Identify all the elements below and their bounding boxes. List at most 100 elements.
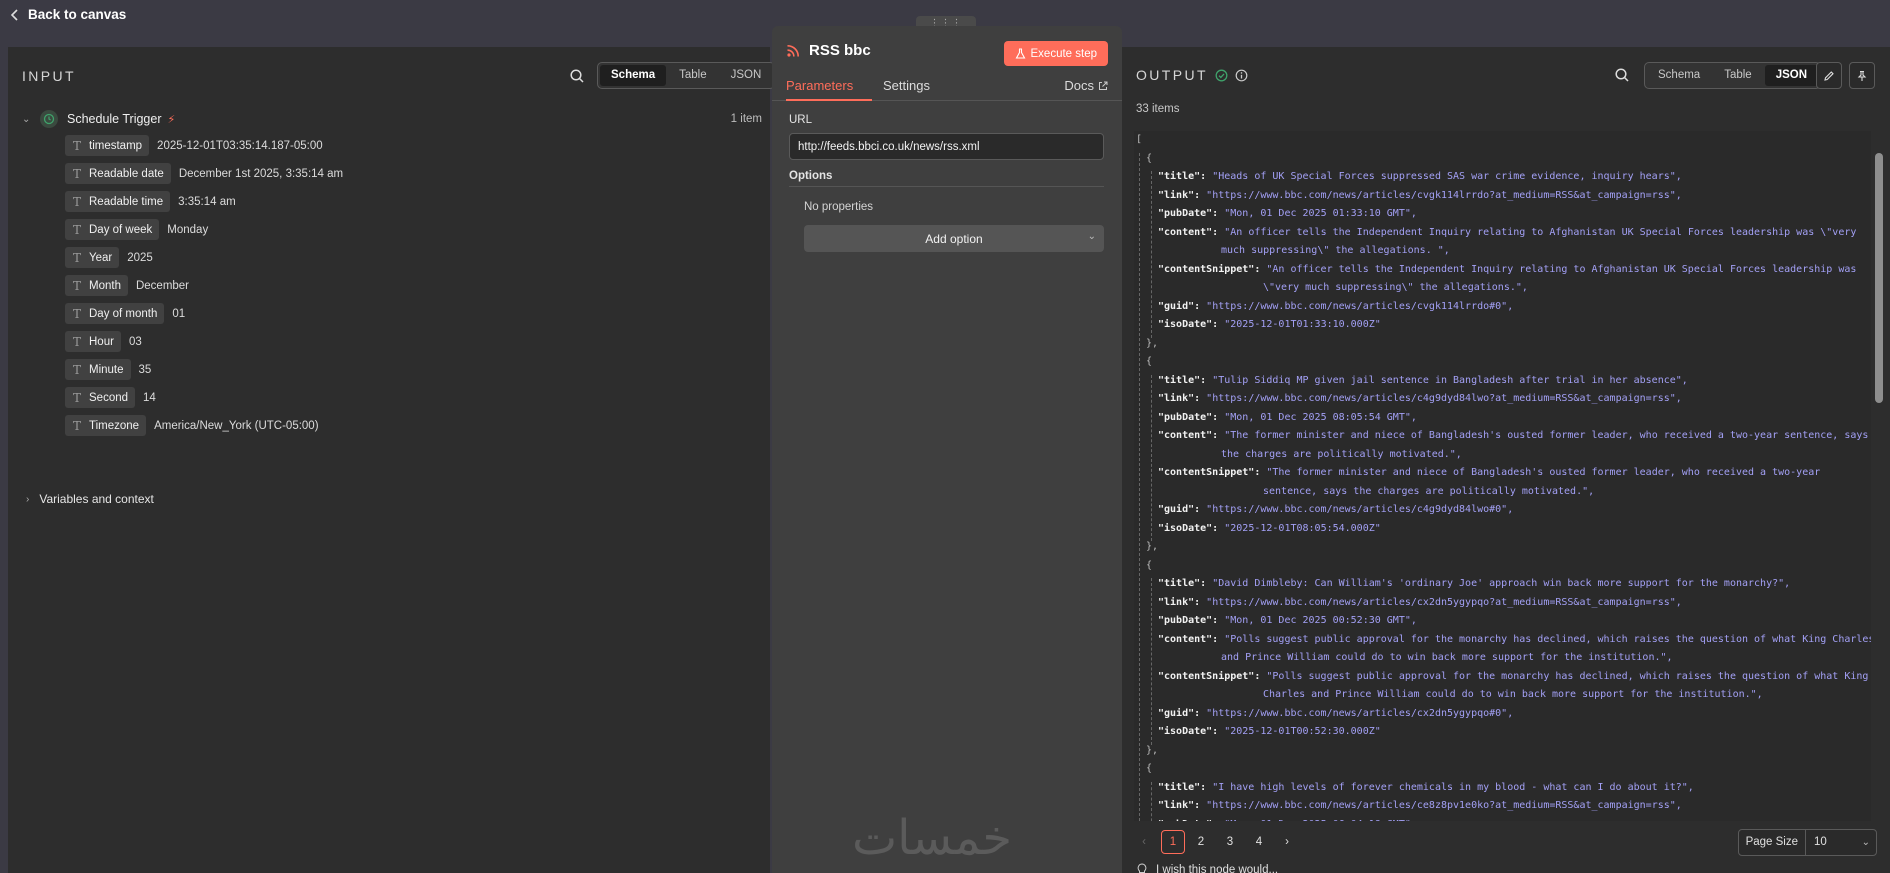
next-page-icon[interactable]: › <box>1275 830 1299 854</box>
page-size-select[interactable]: Page Size 10 ⌄ <box>1737 829 1877 856</box>
page-4-button[interactable]: 4 <box>1247 830 1271 854</box>
field-readable-time[interactable]: T Readable time 3:35:14 am <box>65 191 236 212</box>
tab-parameters[interactable]: Parameters <box>786 78 853 93</box>
field-name: Year <box>89 251 113 264</box>
input-view-table[interactable]: Table <box>668 65 718 86</box>
chevron-down-icon[interactable]: ⌄ <box>22 114 34 125</box>
field-name: Day of week <box>89 223 153 236</box>
feedback-link[interactable]: I wish this node would... <box>1136 863 1278 873</box>
check-circle-icon <box>1215 69 1228 81</box>
search-icon[interactable] <box>1614 67 1630 83</box>
search-icon[interactable] <box>569 68 585 84</box>
external-link-icon <box>1099 81 1108 90</box>
input-view-json[interactable]: JSON <box>720 65 773 86</box>
node-title[interactable]: RSS bbc <box>809 42 871 59</box>
url-input[interactable] <box>789 133 1104 160</box>
add-option-dropdown[interactable]: Add option ⌄ <box>804 225 1104 252</box>
json-value: "https://www.bbc.com/news/articles/cvgk1… <box>1206 300 1514 312</box>
json-line: }, <box>1146 541 1158 552</box>
json-value: "2025-12-01T08:05:54.000Z" <box>1224 522 1381 534</box>
json-output-view[interactable]: [{"title": "Heads of UK Special Forces s… <box>1134 131 1871 821</box>
field-readable-date[interactable]: T Readable date December 1st 2025, 3:35:1… <box>65 163 343 184</box>
trigger-name: Schedule Trigger <box>67 112 162 126</box>
json-line: { <box>1146 560 1152 571</box>
json-line: "pubDate": "Mon, 01 Dec 2025 06:04:18 GM… <box>1158 819 1417 822</box>
json-value: "https://www.bbc.com/news/articles/cx2dn… <box>1206 707 1514 719</box>
field-name: Day of month <box>89 307 158 320</box>
json-value: "The former minister and niece of Bangla… <box>1266 467 1821 478</box>
field-month[interactable]: T Month December <box>65 275 189 296</box>
field-day-of-week[interactable]: T Day of week Monday <box>65 219 208 240</box>
variables-and-context-row[interactable]: › Variables and context <box>26 492 154 506</box>
json-punctuation: }, <box>1146 744 1159 756</box>
output-view-table[interactable]: Table <box>1713 65 1763 86</box>
edit-output-button[interactable] <box>1816 62 1842 89</box>
field-timezone[interactable]: T Timezone America/New_York (UTC-05:00) <box>65 415 319 436</box>
json-value: sentence, says the charges are political… <box>1263 485 1595 497</box>
json-key: "link": <box>1158 189 1207 201</box>
page-1-button[interactable]: 1 <box>1161 830 1185 854</box>
json-key: "contentSnippet": <box>1158 670 1267 682</box>
page-3-button[interactable]: 3 <box>1218 830 1242 854</box>
json-line: "isoDate": "2025-12-01T08:05:54.000Z" <box>1158 523 1381 534</box>
wish-label: I wish this node would... <box>1156 863 1279 873</box>
field-second[interactable]: T Second 14 <box>65 387 156 408</box>
info-icon[interactable] <box>1235 69 1248 82</box>
json-key: "link": <box>1158 393 1207 404</box>
field-value: Monday <box>167 223 209 236</box>
field-day-of-month[interactable]: T Day of month 01 <box>65 303 185 324</box>
docs-label: Docs <box>1064 78 1094 93</box>
execute-step-label: Execute step <box>1030 47 1097 60</box>
json-line: "content": "The former minister and niec… <box>1158 430 1868 441</box>
json-line: "isoDate": "2025-12-01T01:33:10.000Z" <box>1158 319 1381 330</box>
json-value: "Heads of UK Special Forces suppressed S… <box>1212 171 1682 182</box>
json-punctuation: { <box>1146 152 1153 164</box>
field-value: 2025 <box>127 251 153 264</box>
field-hour[interactable]: T Hour 03 <box>65 331 142 352</box>
field-minute[interactable]: T Minute 35 <box>65 359 151 380</box>
json-value: the charges are politically motivated.", <box>1221 448 1462 460</box>
back-to-canvas-button[interactable]: Back to canvas <box>8 7 126 22</box>
json-key: "guid": <box>1158 707 1207 719</box>
json-scrollbar[interactable] <box>1874 133 1884 823</box>
input-view-schema[interactable]: Schema <box>600 65 667 86</box>
json-line: \"very much suppressing\" the allegation… <box>1263 282 1528 293</box>
pin-data-button[interactable] <box>1849 62 1875 89</box>
prev-page-icon[interactable]: ‹ <box>1132 830 1156 854</box>
indent-guide <box>1151 374 1152 541</box>
add-option-label: Add option <box>925 231 983 246</box>
execute-step-button[interactable]: Execute step <box>1003 41 1108 66</box>
json-line: Charles and Prince William could do to w… <box>1263 689 1763 700</box>
output-title: OUTPUT <box>1136 67 1208 83</box>
clock-icon <box>40 110 58 128</box>
json-value: "https://www.bbc.com/news/articles/cx2dn… <box>1206 596 1682 608</box>
field-year[interactable]: T Year 2025 <box>65 247 153 268</box>
field-name: Second <box>89 391 129 404</box>
json-line: "guid": "https://www.bbc.com/news/articl… <box>1158 708 1513 719</box>
json-key: "guid": <box>1158 504 1207 515</box>
flask-icon <box>1015 48 1025 59</box>
bolt-icon: ⚡ <box>167 113 176 126</box>
schedule-trigger-row[interactable]: ⌄ Schedule Trigger ⚡ 1 item <box>22 107 762 131</box>
output-view-schema[interactable]: Schema <box>1647 65 1711 86</box>
tab-settings[interactable]: Settings <box>883 78 930 93</box>
options-label: Options <box>789 170 833 182</box>
json-value: "Polls suggest public approval for the m… <box>1266 670 1869 682</box>
json-line: "isoDate": "2025-12-01T00:52:30.000Z" <box>1158 726 1381 737</box>
rss-icon <box>787 44 800 57</box>
output-view-json[interactable]: JSON <box>1764 65 1819 86</box>
json-punctuation: }, <box>1146 337 1159 349</box>
lightbulb-icon <box>1137 863 1147 873</box>
page-2-button[interactable]: 2 <box>1189 830 1213 854</box>
field-value: 2025-12-01T03:35:14.187-05:00 <box>157 139 323 152</box>
json-value: \"very much suppressing\" the allegation… <box>1263 282 1528 293</box>
scrollbar-thumb[interactable] <box>1875 153 1883 403</box>
docs-link[interactable]: Docs <box>1064 78 1108 93</box>
json-key: "link": <box>1158 596 1207 608</box>
field-timestamp[interactable]: Ttimestamp 2025-12-01T03:35:14.187-05:00 <box>65 135 323 156</box>
indent-guide <box>1139 152 1140 821</box>
json-line: }, <box>1146 338 1158 349</box>
json-line: [ <box>1136 134 1142 145</box>
json-value: "Mon, 01 Dec 2025 08:05:54 GMT", <box>1224 411 1417 423</box>
text-type-icon: T <box>72 390 81 405</box>
